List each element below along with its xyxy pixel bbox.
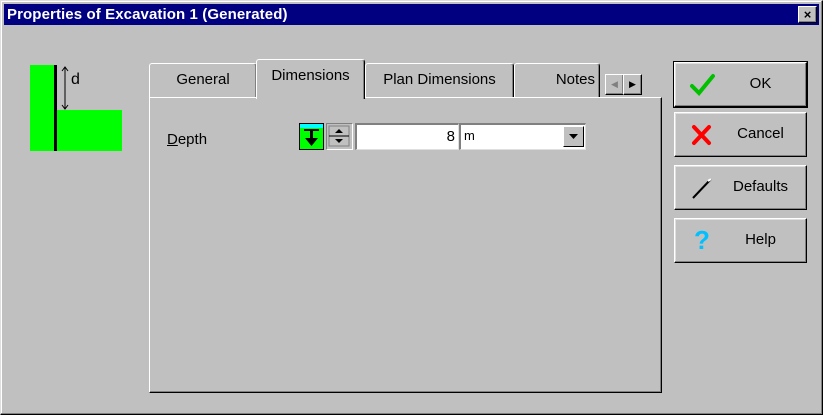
tab-general-label: General bbox=[176, 71, 230, 88]
chevron-down-icon bbox=[569, 134, 578, 139]
depth-unit-select[interactable]: m bbox=[459, 123, 586, 150]
tab-plan-dimensions[interactable]: Plan Dimensions bbox=[365, 63, 514, 98]
dimension-label: d bbox=[71, 71, 80, 88]
defaults-label: Defaults bbox=[732, 178, 789, 195]
dimensions-panel: Depth 8 m bbox=[149, 97, 662, 393]
close-icon: × bbox=[803, 7, 812, 22]
depth-value-input[interactable]: 8 bbox=[355, 123, 459, 150]
cancel-button[interactable]: Cancel bbox=[674, 112, 807, 157]
dropdown-arrow-button[interactable] bbox=[563, 126, 584, 147]
help-button[interactable]: ? Help bbox=[674, 218, 807, 263]
ok-label: OK bbox=[749, 75, 772, 92]
depth-spinner[interactable] bbox=[326, 123, 353, 150]
arrow-down-icon bbox=[304, 129, 319, 146]
close-button[interactable]: × bbox=[798, 6, 817, 23]
tab-plan-dimensions-label: Plan Dimensions bbox=[383, 71, 496, 88]
ok-button[interactable]: OK bbox=[673, 61, 808, 108]
defaults-button[interactable]: Defaults bbox=[674, 165, 807, 210]
spinner-arrows-icon bbox=[328, 125, 350, 147]
tab-scroll-left-button[interactable]: ◀ bbox=[605, 74, 624, 95]
water-level-button[interactable] bbox=[299, 123, 324, 150]
depth-label: Depth bbox=[167, 131, 208, 148]
triangle-right-icon: ▶ bbox=[629, 79, 636, 89]
depth-unit-value: m bbox=[464, 128, 475, 143]
close-icon bbox=[692, 125, 711, 145]
question-mark-icon: ? bbox=[694, 225, 710, 255]
tab-scroll-right-button[interactable]: ▶ bbox=[623, 74, 642, 95]
wand-icon bbox=[692, 178, 712, 199]
properties-dialog: Properties of Excavation 1 (Generated) ×… bbox=[0, 0, 823, 415]
tab-dimensions[interactable]: Dimensions bbox=[256, 59, 365, 99]
excavation-preview: d bbox=[30, 65, 122, 151]
title-bar[interactable]: Properties of Excavation 1 (Generated) × bbox=[4, 4, 819, 25]
triangle-left-icon: ◀ bbox=[611, 79, 618, 89]
checkmark-icon bbox=[690, 74, 715, 96]
help-label: Help bbox=[745, 231, 776, 248]
tab-notes-label: Notes bbox=[555, 71, 595, 88]
tab-dimensions-label: Dimensions bbox=[271, 67, 350, 84]
tab-notes[interactable]: Notes bbox=[514, 63, 600, 97]
window-title: Properties of Excavation 1 (Generated) bbox=[7, 6, 288, 23]
tab-general[interactable]: General bbox=[149, 63, 257, 98]
cancel-label: Cancel bbox=[737, 125, 784, 142]
